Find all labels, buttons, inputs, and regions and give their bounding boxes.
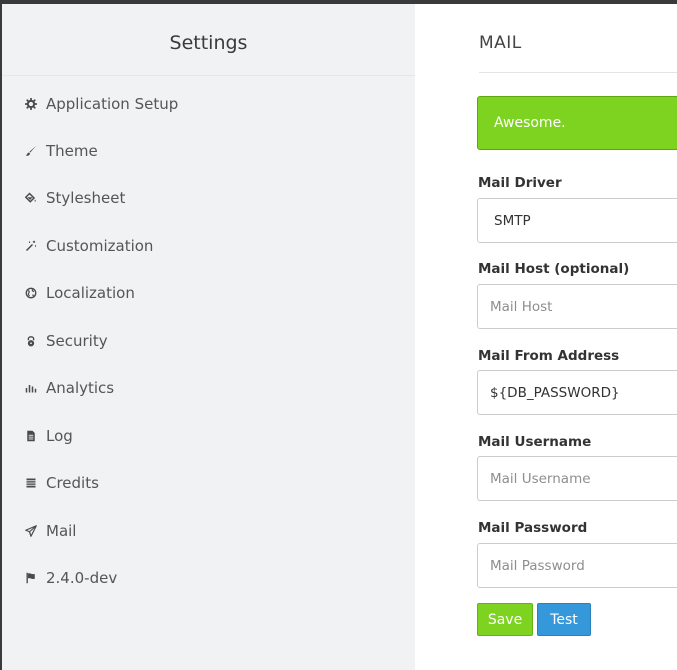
sidebar-item-version[interactable]: 2.4.0-dev bbox=[24, 564, 117, 592]
sidebar-item-label: Credits bbox=[46, 474, 99, 492]
sidebar-item-label: Theme bbox=[46, 142, 98, 160]
mail-from-address-label: Mail From Address bbox=[478, 348, 620, 364]
mail-settings-panel: MAIL Awesome. Mail Driver SMTP Mail Host… bbox=[415, 4, 677, 670]
sidebar-item-credits[interactable]: Credits bbox=[24, 469, 99, 497]
sidebar-title: Settings bbox=[2, 4, 415, 76]
mail-host-label: Mail Host (optional) bbox=[478, 261, 630, 277]
sidebar-item-label: Customization bbox=[46, 237, 154, 255]
mail-driver-select[interactable]: SMTP bbox=[477, 198, 677, 243]
sidebar-item-label: Security bbox=[46, 332, 108, 350]
sidebar-item-application-setup[interactable]: Application Setup bbox=[24, 90, 178, 118]
mail-driver-selected-value: SMTP bbox=[494, 212, 531, 229]
sidebar-item-label: Mail bbox=[46, 522, 77, 540]
success-alert: Awesome. bbox=[477, 96, 677, 150]
magic-wand-icon bbox=[24, 239, 38, 253]
mail-username-label: Mail Username bbox=[478, 434, 592, 450]
gear-icon bbox=[24, 97, 38, 111]
list-icon bbox=[24, 476, 38, 490]
mail-host-input[interactable] bbox=[477, 284, 677, 329]
bar-chart-icon bbox=[24, 381, 38, 395]
title-divider bbox=[479, 72, 677, 73]
sidebar-item-customization[interactable]: Customization bbox=[24, 232, 153, 260]
mail-username-input[interactable] bbox=[477, 456, 677, 501]
sidebar-item-label: Localization bbox=[46, 284, 135, 302]
sidebar-item-label: 2.4.0-dev bbox=[46, 569, 118, 587]
sidebar-item-label: Stylesheet bbox=[46, 189, 126, 207]
sidebar-item-label: Log bbox=[46, 427, 73, 445]
mail-password-input[interactable] bbox=[477, 543, 677, 588]
brush-icon bbox=[24, 144, 38, 158]
sidebar-item-mail[interactable]: Mail bbox=[24, 517, 76, 545]
sidebar-item-analytics[interactable]: Analytics bbox=[24, 374, 114, 402]
paper-plane-icon bbox=[24, 524, 38, 538]
mail-password-label: Mail Password bbox=[478, 520, 588, 536]
save-button[interactable]: Save bbox=[477, 603, 533, 636]
page-title: MAIL bbox=[479, 33, 522, 53]
mail-driver-label: Mail Driver bbox=[478, 175, 562, 191]
test-button[interactable]: Test bbox=[537, 603, 591, 636]
globe-icon bbox=[24, 286, 38, 300]
sidebar-item-log[interactable]: Log bbox=[24, 422, 73, 450]
paint-bucket-icon bbox=[24, 191, 38, 205]
sidebar-item-label: Analytics bbox=[46, 379, 115, 397]
mail-from-address-input[interactable] bbox=[477, 370, 677, 415]
sidebar-item-localization[interactable]: Localization bbox=[24, 279, 135, 307]
flag-icon bbox=[24, 571, 38, 585]
sidebar-item-label: Application Setup bbox=[46, 95, 179, 113]
sidebar-item-stylesheet[interactable]: Stylesheet bbox=[24, 184, 125, 212]
lock-icon bbox=[24, 334, 38, 348]
file-icon bbox=[24, 429, 38, 443]
sidebar-item-security[interactable]: Security bbox=[24, 327, 108, 355]
settings-sidebar: Settings Application Setup Theme Stylesh… bbox=[2, 4, 415, 670]
sidebar-item-theme[interactable]: Theme bbox=[24, 137, 98, 165]
